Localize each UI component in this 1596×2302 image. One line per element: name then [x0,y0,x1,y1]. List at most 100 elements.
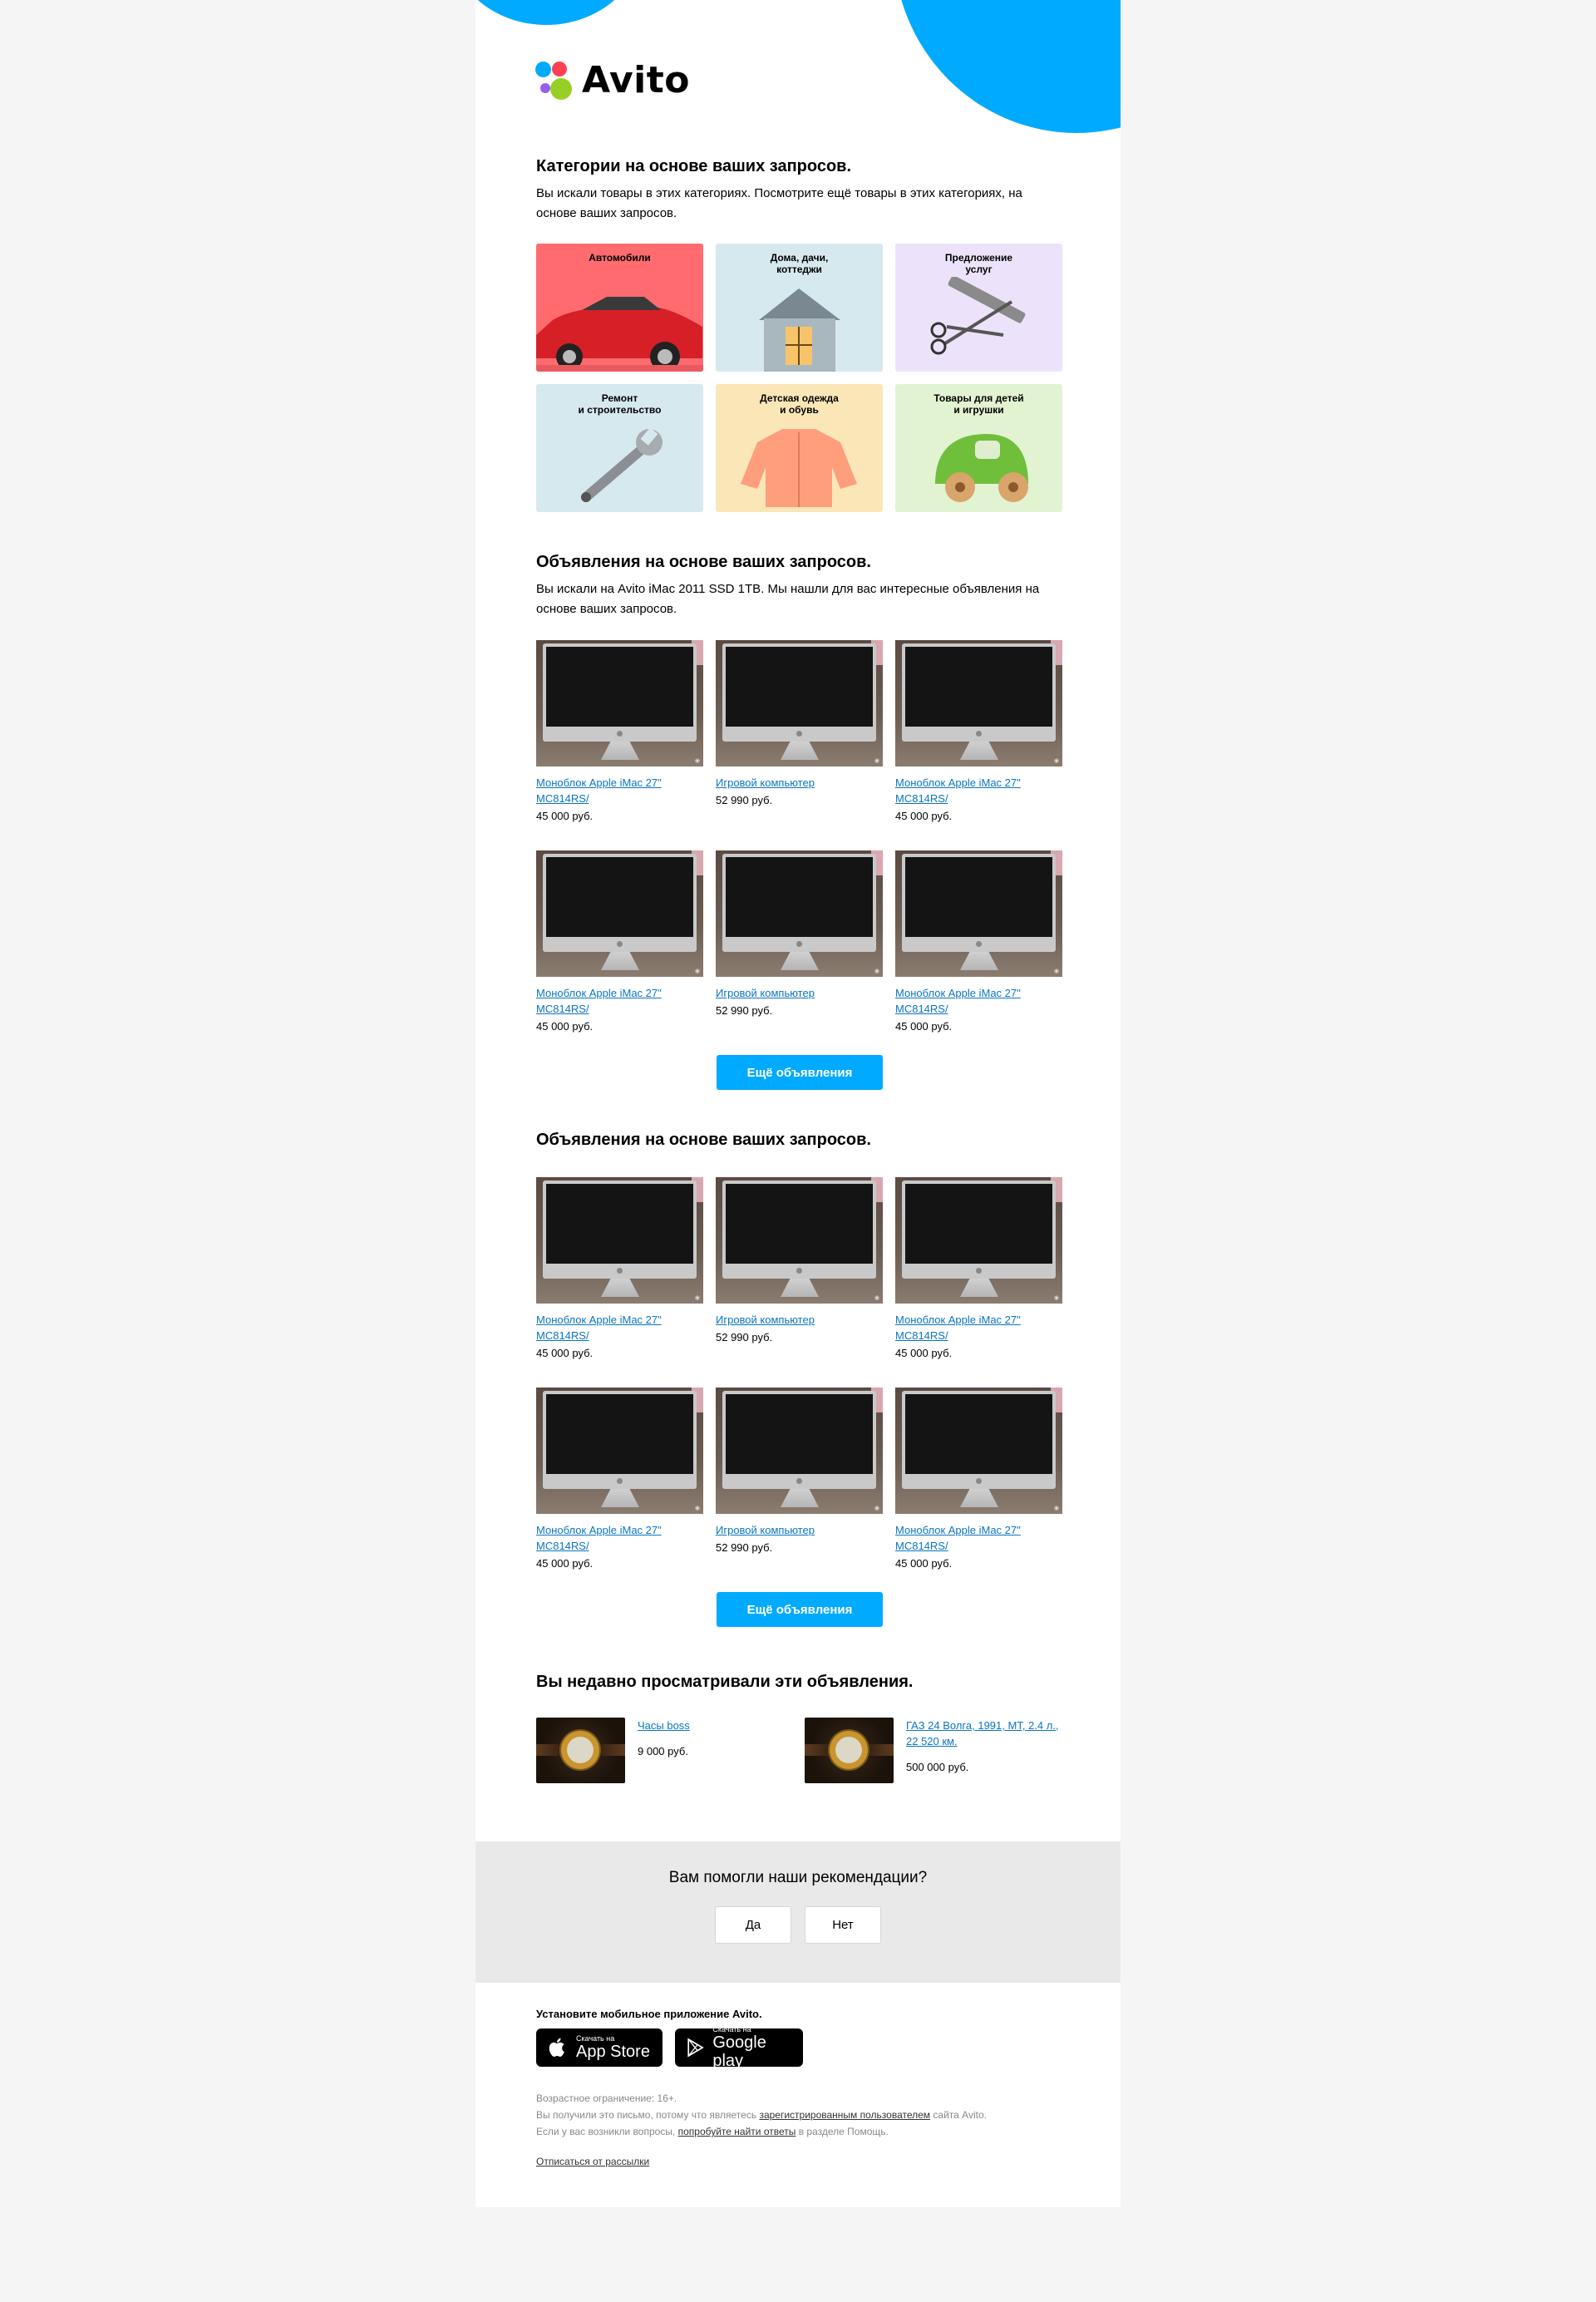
listing-title-link[interactable]: Моноблок Apple iMac 27" MC814RS/ [536,1522,694,1554]
apple-logo-icon [796,941,802,947]
listing-photo[interactable]: ◉ [536,640,703,767]
listing-photo[interactable]: ◉ [895,1388,1062,1514]
google-play-icon [687,2038,704,2058]
more-listings-button[interactable]: Ещё объявления [717,1592,883,1627]
apple-logo-icon [976,1268,982,1274]
listing-photo[interactable]: ◉ [716,1388,883,1514]
category-tile-repair[interactable]: Ремонт и строительство [536,384,703,512]
categories-text: Вы искали товары в этих категориях. Посм… [536,186,1022,220]
recent-title: Вы недавно просматривали эти объявления. [536,1673,914,1691]
recent-item: ГАЗ 24 Волга, 1991, MT, 2.4 л., 22 520 к… [805,1718,1059,1783]
app-store-small: Скачать на [576,2034,615,2043]
kids-jacket-icon [741,429,857,507]
google-play-button[interactable]: Скачать на Google play [675,2025,803,2070]
listing-photo[interactable]: ◉ [536,850,703,977]
help-link[interactable]: попробуйте найти ответы [678,2126,796,2137]
listing-card: ◉ Игровой компьютер 52 990 руб. [716,850,883,1061]
category-tile-cars[interactable]: Автомобили [536,244,703,372]
listing-price: 45 000 руб. [536,1347,594,1359]
watch-photo[interactable] [805,1718,894,1783]
scissors-comb-icon [930,277,1026,355]
help-suffix: в разделе Помощь. [798,2126,889,2137]
reason-prefix: Вы получили это письмо, потому что являе… [536,2109,757,2121]
recent-item-link[interactable]: ГАЗ 24 Волга, 1991, MT, 2.4 л., 22 520 к… [906,1718,1064,1749]
listing-photo[interactable]: ◉ [895,1177,1062,1304]
listing-photo[interactable]: ◉ [536,1177,703,1304]
logo-dots-icon [535,60,575,101]
feedback-no-button[interactable]: Нет [805,1906,881,1944]
apple-logo-icon [976,941,982,947]
watermark-icon: ◉ [694,758,700,764]
watermark-icon: ◉ [1053,1295,1059,1301]
apple-logo-icon [976,1478,982,1484]
listing-card: ◉ Моноблок Apple iMac 27" MC814RS/45 000 … [536,640,703,850]
watermark-icon: ◉ [874,758,879,764]
listing-title-link[interactable]: Игровой компьютер [716,985,874,1001]
listing-card: ◉ Моноблок Apple iMac 27" MC814RS/45 000 … [895,850,1062,1061]
watermark-icon: ◉ [1053,969,1059,974]
listing-title-link[interactable]: Моноблок Apple iMac 27" MC814RS/ [536,775,694,806]
app-store-button[interactable]: Скачать на App Store [536,2028,663,2067]
help-prefix: Если у вас возникли вопросы, [536,2126,676,2137]
listings-2-grid: ◉ Моноблок Apple iMac 27" MC814RS/45 000 … [536,1177,1064,1598]
house-icon [759,288,840,372]
listing-price: 45 000 руб. [895,1347,953,1359]
listing-card: ◉ Моноблок Apple iMac 27" MC814RS/45 000 … [895,640,1062,850]
category-tile-services[interactable]: Предложение услуг [895,244,1062,372]
listing-price: 45 000 руб. [536,810,594,822]
category-label: Дома, дачи, коттеджи [770,252,829,275]
listing-title-link[interactable]: Моноблок Apple iMac 27" MC814RS/ [895,1522,1053,1554]
logo-text: Avito [582,59,691,101]
listing-card: ◉ Игровой компьютер 52 990 руб. [716,1177,883,1388]
reason-suffix: сайта Avito. [933,2109,987,2121]
apple-logo-icon [617,1478,623,1484]
google-play-small: Скачать на [712,2025,751,2033]
category-tile-kids-clothes[interactable]: Детская одежда и обувь [716,384,883,512]
listing-photo[interactable]: ◉ [716,850,883,977]
watermark-icon: ◉ [694,969,700,974]
decor-circle-left [475,0,642,25]
feedback-question: Вам помогли наши рекомендации? [668,1869,928,1886]
listing-title-link[interactable]: Моноблок Apple iMac 27" MC814RS/ [536,1312,694,1343]
watch-photo[interactable] [536,1718,625,1783]
feedback-yes-button[interactable]: Да [715,1906,791,1944]
apple-logo-icon [617,731,623,737]
apple-logo-icon [796,731,802,737]
listing-title-link[interactable]: Игровой компьютер [716,775,874,791]
age-limit: Возрастное ограничение: 16+. [536,2093,677,2104]
categories-title: Категории на основе ваших запросов. [536,157,852,175]
registered-user-link[interactable]: зарегистрированным пользователем [759,2109,930,2121]
listing-photo[interactable]: ◉ [895,640,1062,767]
listing-price: 45 000 руб. [895,1020,953,1033]
more-listings-button[interactable]: Ещё объявления [717,1055,883,1090]
apple-logo-icon [976,731,982,737]
listing-photo[interactable]: ◉ [716,640,883,767]
watermark-icon: ◉ [874,1295,879,1301]
listing-card: ◉ Моноблок Apple iMac 27" MC814RS/45 000 … [536,1388,703,1598]
listing-photo[interactable]: ◉ [536,1388,703,1514]
listing-card: ◉ Моноблок Apple iMac 27" MC814RS/45 000 … [536,1177,703,1388]
recent-item-link[interactable]: Часы boss [638,1718,796,1733]
category-label: Ремонт и строительство [578,392,662,416]
listing-title-link[interactable]: Моноблок Apple iMac 27" MC814RS/ [536,985,694,1017]
listing-card: ◉ Игровой компьютер 52 990 руб. [716,640,883,850]
unsubscribe-link[interactable]: Отписаться от рассылки [536,2156,649,2167]
recent-item-price: 9 000 руб. [638,1745,688,1757]
avito-logo[interactable]: Avito [535,60,690,101]
listing-title-link[interactable]: Моноблок Apple iMac 27" MC814RS/ [895,985,1053,1017]
listing-price: 45 000 руб. [536,1557,594,1570]
listing-photo[interactable]: ◉ [895,850,1062,977]
listing-price: 45 000 руб. [536,1020,594,1033]
category-tile-toys[interactable]: Товары для детей и игрушки [895,384,1062,512]
listing-title-link[interactable]: Моноблок Apple iMac 27" MC814RS/ [895,1312,1053,1343]
category-label: Предложение услуг [944,252,1013,275]
apple-logo-icon [617,941,623,947]
listing-title-link[interactable]: Моноблок Apple iMac 27" MC814RS/ [895,775,1053,806]
category-label: Детская одежда и обувь [760,392,839,416]
listing-photo[interactable]: ◉ [716,1177,883,1304]
listing-title-link[interactable]: Игровой компьютер [716,1522,874,1538]
toy-car-icon [935,434,1028,502]
watermark-icon: ◉ [1053,1506,1059,1511]
listing-title-link[interactable]: Игровой компьютер [716,1312,874,1328]
category-tile-houses[interactable]: Дома, дачи, коттеджи [716,244,883,372]
